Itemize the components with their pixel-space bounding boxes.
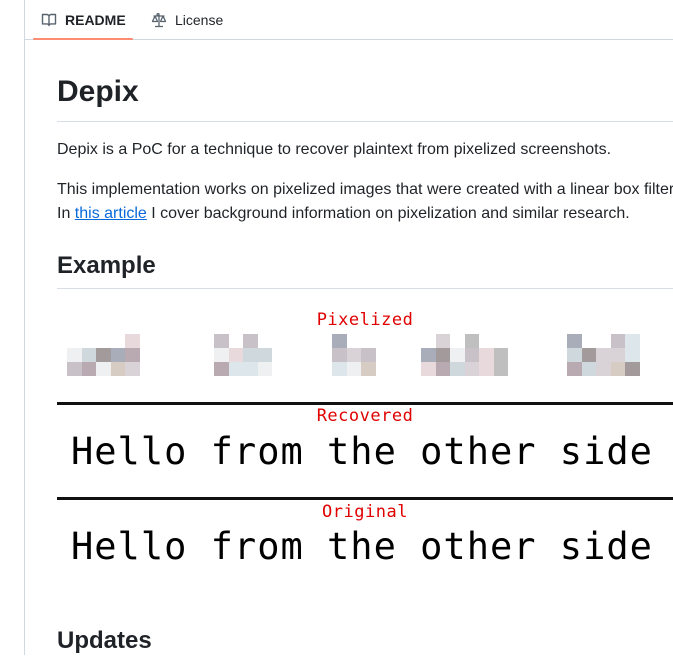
pixel-block — [610, 362, 625, 376]
pixel-block — [110, 362, 125, 376]
pixel-block — [243, 362, 258, 376]
pixel-block — [625, 362, 640, 376]
pixel-block — [214, 362, 229, 376]
tab-license-label: License — [175, 11, 224, 28]
pixel-block — [493, 348, 508, 362]
pixel-block — [450, 362, 465, 376]
tab-license[interactable]: License — [149, 0, 223, 39]
pixelized-label: Pixelized — [316, 310, 414, 330]
example-heading: Example — [57, 252, 156, 279]
pixel-block — [332, 334, 347, 348]
updates-heading: Updates — [57, 627, 152, 654]
pixel-block — [243, 334, 258, 348]
pixel-block — [581, 348, 596, 362]
pixel-block — [435, 362, 450, 376]
pixel-block — [346, 362, 361, 376]
example-divider — [57, 288, 673, 289]
pixel-block — [464, 348, 479, 362]
pixel-block — [96, 348, 111, 362]
law-icon — [151, 12, 167, 28]
pixel-block — [421, 348, 436, 362]
pixel-block — [67, 348, 82, 362]
pixel-block — [493, 362, 508, 376]
pixel-block — [214, 334, 229, 348]
pixel-block — [361, 362, 376, 376]
implementation-paragraph: This implementation works on pixelized i… — [57, 181, 673, 198]
article-link[interactable]: this article — [75, 205, 147, 222]
readme-title: Depix — [57, 75, 139, 108]
pixel-block — [243, 348, 258, 362]
pixel-block — [581, 362, 596, 376]
depix-example-image: Pixelized Recovered Hello from the other… — [57, 300, 673, 590]
pixel-block — [67, 362, 82, 376]
pixel-block — [625, 334, 640, 348]
pixel-block — [257, 348, 272, 362]
pixel-block — [464, 362, 479, 376]
readme-tab-bar: README License — [25, 0, 673, 40]
pixel-block — [479, 362, 494, 376]
pixel-block — [421, 362, 436, 376]
pixel-block — [110, 348, 125, 362]
pixel-block — [81, 348, 96, 362]
pixel-block — [228, 362, 243, 376]
pixel-block — [567, 348, 582, 362]
separator-line — [57, 402, 673, 405]
recovered-label: Recovered — [316, 406, 414, 426]
pixel-block — [450, 348, 465, 362]
pixel-block — [361, 348, 376, 362]
original-label: Original — [322, 502, 408, 522]
pixel-block — [567, 334, 582, 348]
pixel-block — [596, 348, 611, 362]
article-paragraph: In this article I cover background infor… — [57, 202, 630, 226]
pixel-block — [214, 348, 229, 362]
pixel-block — [610, 348, 625, 362]
pixel-block — [96, 362, 111, 376]
pixel-block — [125, 334, 140, 348]
original-text: Hello from the other side — [71, 525, 653, 568]
tab-readme[interactable]: README — [33, 0, 133, 40]
pixel-block — [332, 362, 347, 376]
pixel-block — [610, 334, 625, 348]
pixel-block — [346, 348, 361, 362]
pixel-block — [257, 362, 272, 376]
separator-line — [57, 497, 673, 500]
pixel-block — [596, 362, 611, 376]
book-icon — [41, 12, 57, 28]
pixel-block — [625, 348, 640, 362]
pixel-block — [435, 334, 450, 348]
pixel-block — [125, 362, 140, 376]
article-suffix: I cover background information on pixeli… — [146, 205, 630, 222]
tab-readme-label: README — [65, 11, 126, 28]
left-gutter — [0, 0, 25, 655]
pixel-block — [125, 348, 140, 362]
pixel-block — [479, 348, 494, 362]
article-prefix: In — [57, 205, 75, 222]
pixel-block — [464, 334, 479, 348]
intro-paragraph: Depix is a PoC for a technique to recove… — [57, 141, 612, 158]
pixel-block — [332, 348, 347, 362]
pixel-block — [81, 362, 96, 376]
pixel-block — [435, 348, 450, 362]
pixelized-text — [57, 330, 673, 380]
pixel-block — [567, 362, 582, 376]
pixel-block — [228, 348, 243, 362]
recovered-text: Hello from the other side — [71, 430, 653, 473]
title-divider — [57, 121, 673, 122]
